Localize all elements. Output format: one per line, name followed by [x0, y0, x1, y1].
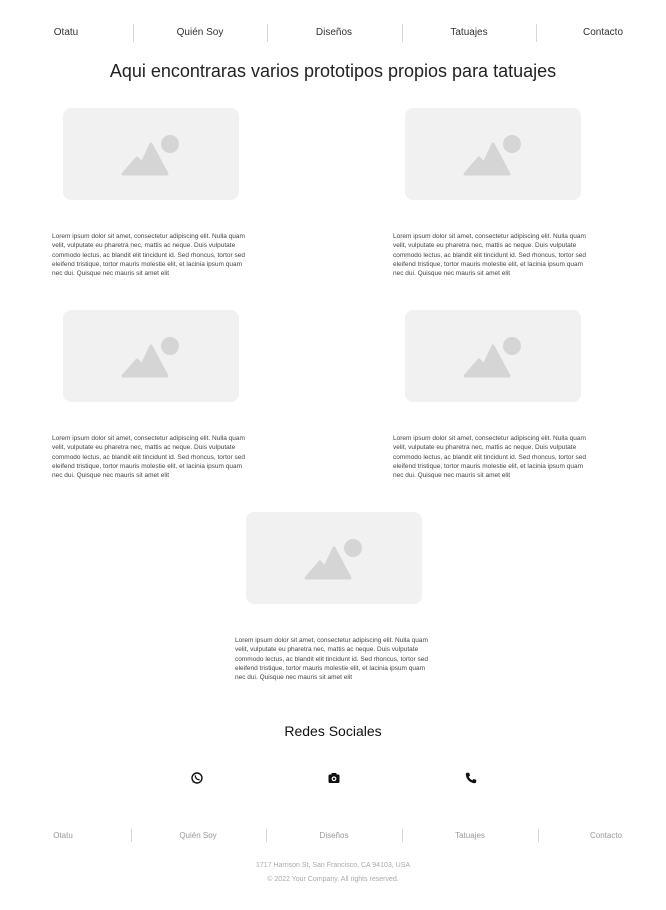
social-heading: Redes Sociales — [284, 723, 382, 739]
image-placeholder-icon — [121, 337, 179, 378]
footer-link-tatuajes[interactable]: Tatuajes — [430, 828, 510, 844]
nav-link-disenos[interactable]: Diseños — [284, 22, 384, 44]
page-title: Aqui encontraras varios prototipos propi… — [109, 61, 557, 81]
image-placeholder — [63, 108, 239, 200]
nav-divider — [133, 24, 134, 42]
card-description: Lorem ipsum dolor sit amet, consectetur … — [393, 233, 586, 278]
nav-divider — [536, 24, 537, 42]
card-description: Lorem ipsum dolor sit amet, consectetur … — [393, 435, 586, 480]
nav-link-tatuajes[interactable]: Tatuajes — [419, 22, 519, 44]
nav-divider — [402, 24, 403, 42]
footer-divider — [266, 829, 267, 842]
footer-link-disenos[interactable]: Diseños — [294, 828, 374, 844]
image-placeholder-icon — [463, 337, 521, 378]
nav-link-otatu[interactable]: Otatu — [16, 22, 116, 44]
image-placeholder — [63, 310, 239, 402]
nav-link-quien-soy[interactable]: Quién Soy — [150, 22, 250, 44]
card-description: Lorem ipsum dolor sit amet, consectetur … — [52, 435, 245, 480]
footer-nav: Otatu Quién Soy Diseños Tatuajes Contact… — [0, 828, 666, 844]
footer-divider — [131, 829, 132, 842]
footer-link-quien-soy[interactable]: Quién Soy — [158, 828, 238, 844]
card-description: Lorem ipsum dolor sit amet, consectetur … — [235, 637, 428, 682]
camera-icon[interactable] — [327, 771, 341, 785]
image-placeholder — [246, 512, 422, 604]
phone-icon[interactable] — [464, 771, 478, 785]
top-nav: Otatu Quién Soy Diseños Tatuajes Contact… — [0, 22, 666, 46]
whatsapp-icon[interactable] — [190, 771, 204, 785]
footer-address: 1717 Harrison St, San Francisco, CA 9410… — [255, 862, 411, 869]
nav-link-contacto[interactable]: Contacto — [553, 22, 653, 44]
image-placeholder-icon — [304, 539, 362, 580]
image-placeholder — [405, 310, 581, 402]
image-placeholder-icon — [121, 135, 179, 176]
footer-copyright: © 2022 Your Company. All rights reserved… — [267, 876, 399, 883]
footer-link-otatu[interactable]: Otatu — [23, 828, 103, 844]
image-placeholder-icon — [463, 135, 521, 176]
footer-divider — [538, 829, 539, 842]
image-placeholder — [405, 108, 581, 200]
footer-divider — [402, 829, 403, 842]
nav-divider — [267, 24, 268, 42]
footer-link-contacto[interactable]: Contacto — [566, 828, 646, 844]
card-description: Lorem ipsum dolor sit amet, consectetur … — [52, 233, 245, 278]
